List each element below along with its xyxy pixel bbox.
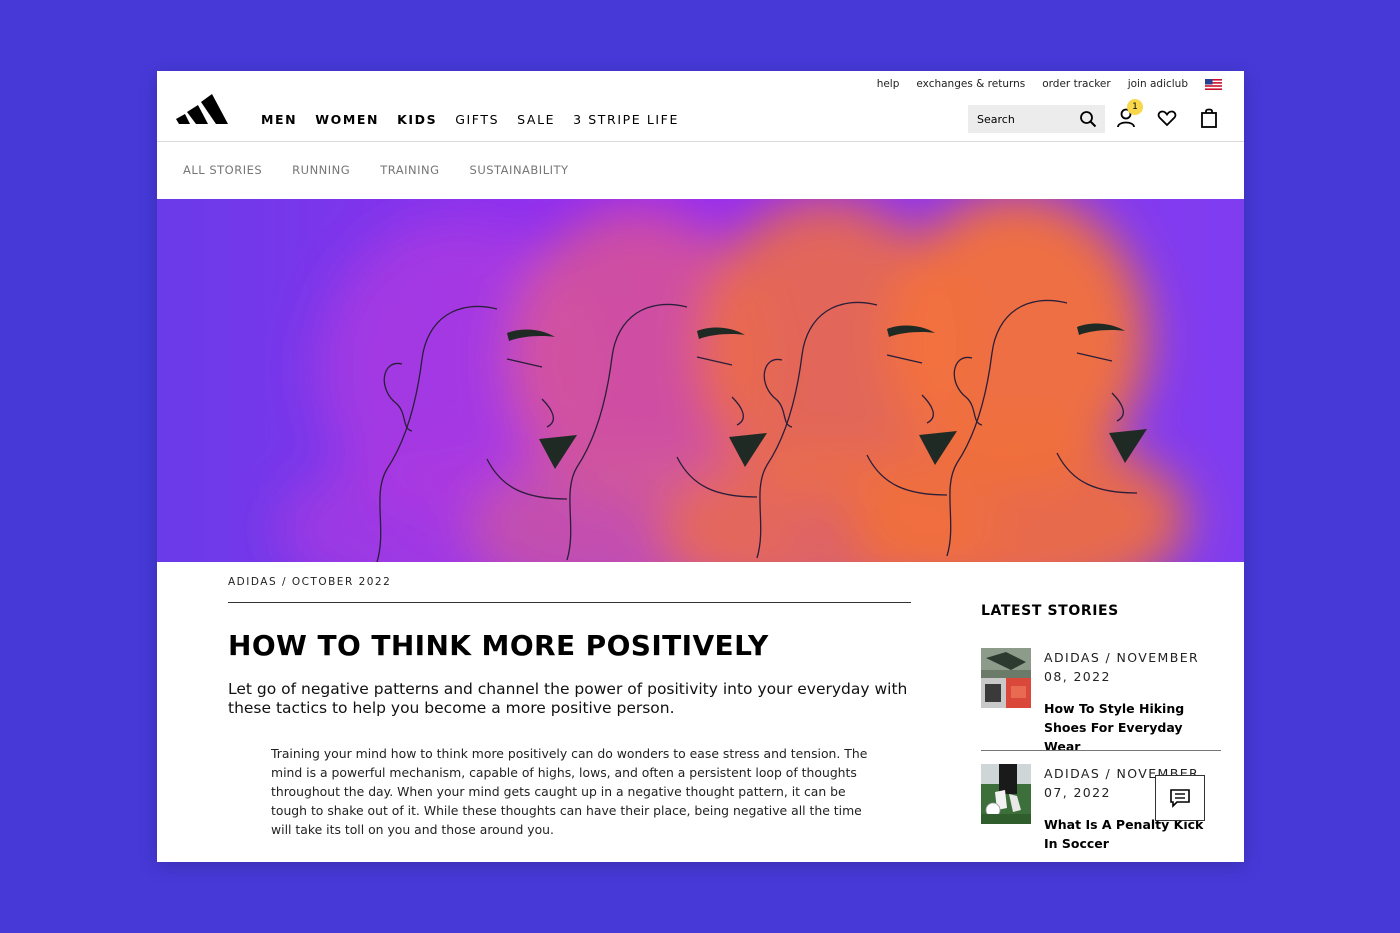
us-flag-icon[interactable]: [1205, 78, 1222, 90]
subnav-running[interactable]: RUNNING: [292, 163, 350, 177]
story-thumbnail[interactable]: [981, 764, 1031, 824]
main-nav: MEN WOMEN KIDS GIFTS SALE 3 STRIPE LIFE: [261, 112, 679, 127]
nav-3-stripe-life[interactable]: 3 STRIPE LIFE: [573, 112, 679, 127]
story-divider: [981, 750, 1221, 751]
help-link[interactable]: help: [877, 78, 900, 90]
subnav-sustainability[interactable]: SUSTAINABILITY: [470, 163, 569, 177]
story-title[interactable]: How To Style Hiking Shoes For Everyday W…: [1044, 699, 1219, 756]
subnav-all-stories[interactable]: ALL STORIES: [183, 163, 262, 177]
search-input[interactable]: [968, 111, 1079, 127]
story-thumbnail[interactable]: [981, 648, 1031, 708]
search-icon[interactable]: [1079, 110, 1097, 128]
article-lede: Let go of negative patterns and channel …: [228, 680, 908, 717]
join-adiclub-link[interactable]: join adiclub: [1128, 78, 1188, 90]
chat-button[interactable]: [1155, 775, 1205, 821]
shopping-bag-icon[interactable]: [1198, 107, 1220, 129]
wishlist-heart-icon[interactable]: [1156, 107, 1178, 129]
browser-window: help exchanges & returns order tracker j…: [157, 71, 1244, 862]
subnav-training[interactable]: TRAINING: [380, 163, 439, 177]
adidas-logo[interactable]: [174, 91, 228, 127]
latest-stories-title: LATEST STORIES: [981, 603, 1119, 619]
article-title: HOW TO THINK MORE POSITIVELY: [228, 629, 769, 662]
story-meta: ADIDAS / NOVEMBER 08, 2022: [1044, 650, 1200, 684]
byline-divider: [228, 602, 911, 603]
utility-links: help exchanges & returns order tracker j…: [877, 78, 1222, 90]
account-badge: 1: [1127, 99, 1143, 115]
search-bar: [968, 105, 1105, 133]
nav-women[interactable]: WOMEN: [315, 112, 379, 127]
nav-sale[interactable]: SALE: [517, 112, 555, 127]
stories-subnav: ALL STORIES RUNNING TRAINING SUSTAINABIL…: [157, 142, 1244, 200]
site-header: help exchanges & returns order tracker j…: [157, 71, 1244, 142]
order-tracker-link[interactable]: order tracker: [1042, 78, 1110, 90]
nav-gifts[interactable]: GIFTS: [455, 112, 499, 127]
article-body: Training your mind how to think more pos…: [271, 746, 868, 838]
hero-illustration: [157, 199, 1244, 562]
nav-men[interactable]: MEN: [261, 112, 297, 127]
exchanges-returns-link[interactable]: exchanges & returns: [916, 78, 1025, 90]
nav-kids[interactable]: KIDS: [397, 112, 437, 127]
article-byline: ADIDAS / OCTOBER 2022: [228, 576, 392, 588]
chat-icon: [1170, 789, 1190, 808]
